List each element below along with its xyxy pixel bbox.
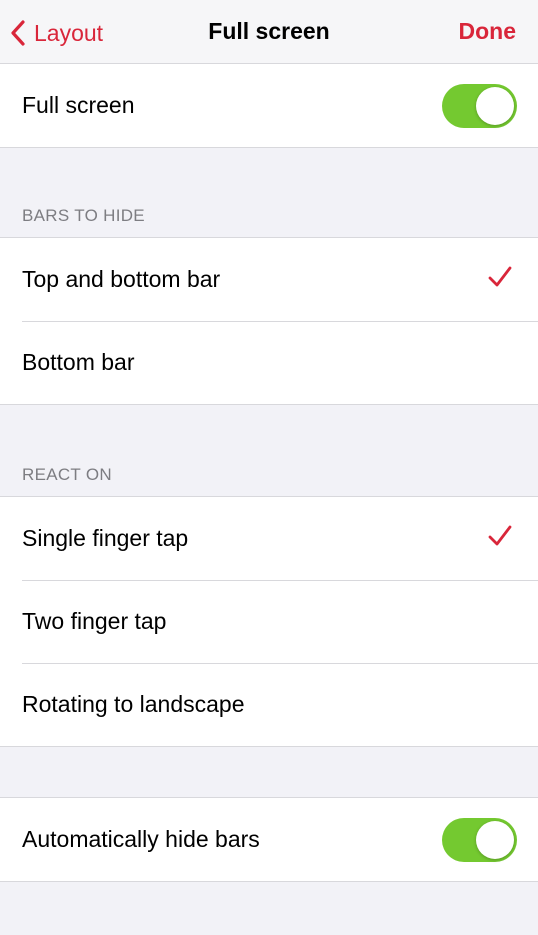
option-top-and-bottom-bar[interactable]: Top and bottom bar — [0, 238, 538, 321]
back-button[interactable]: Layout — [10, 16, 103, 50]
option-label: Single finger tap — [22, 525, 189, 551]
option-rotating-to-landscape[interactable]: Rotating to landscape — [0, 663, 538, 746]
full-screen-row: Full screen — [0, 64, 538, 147]
checkmark-icon — [488, 525, 512, 546]
done-button[interactable]: Done — [459, 18, 517, 45]
bars-to-hide-group: Top and bottom bar Bottom bar — [0, 237, 538, 405]
full-screen-label: Full screen — [22, 92, 135, 118]
toggle-knob — [476, 821, 514, 859]
back-button-label: Layout — [34, 19, 104, 46]
option-single-finger-tap[interactable]: Single finger tap — [0, 497, 538, 580]
bars-to-hide-header: BARS TO HIDE — [22, 206, 145, 225]
toggle-knob — [476, 87, 514, 125]
full-screen-toggle[interactable] — [442, 84, 517, 128]
full-screen-group: Full screen — [0, 63, 538, 148]
option-label: Top and bottom bar — [22, 266, 221, 292]
option-label: Rotating to landscape — [22, 691, 245, 717]
auto-hide-label: Automatically hide bars — [22, 826, 260, 852]
react-on-group: Single finger tap Two finger tap Rotatin… — [0, 496, 538, 747]
option-label: Two finger tap — [22, 608, 167, 634]
react-on-header: REACT ON — [22, 465, 112, 484]
auto-hide-toggle[interactable] — [442, 818, 517, 862]
auto-hide-row: Automatically hide bars — [0, 798, 538, 881]
option-bottom-bar[interactable]: Bottom bar — [0, 321, 538, 404]
option-label: Bottom bar — [22, 349, 135, 375]
checkmark-icon — [488, 266, 512, 287]
chevron-left-icon — [11, 20, 25, 46]
option-two-finger-tap[interactable]: Two finger tap — [0, 580, 538, 663]
navigation-bar: Layout Full screen Done — [0, 0, 538, 65]
auto-hide-group: Automatically hide bars — [0, 797, 538, 882]
